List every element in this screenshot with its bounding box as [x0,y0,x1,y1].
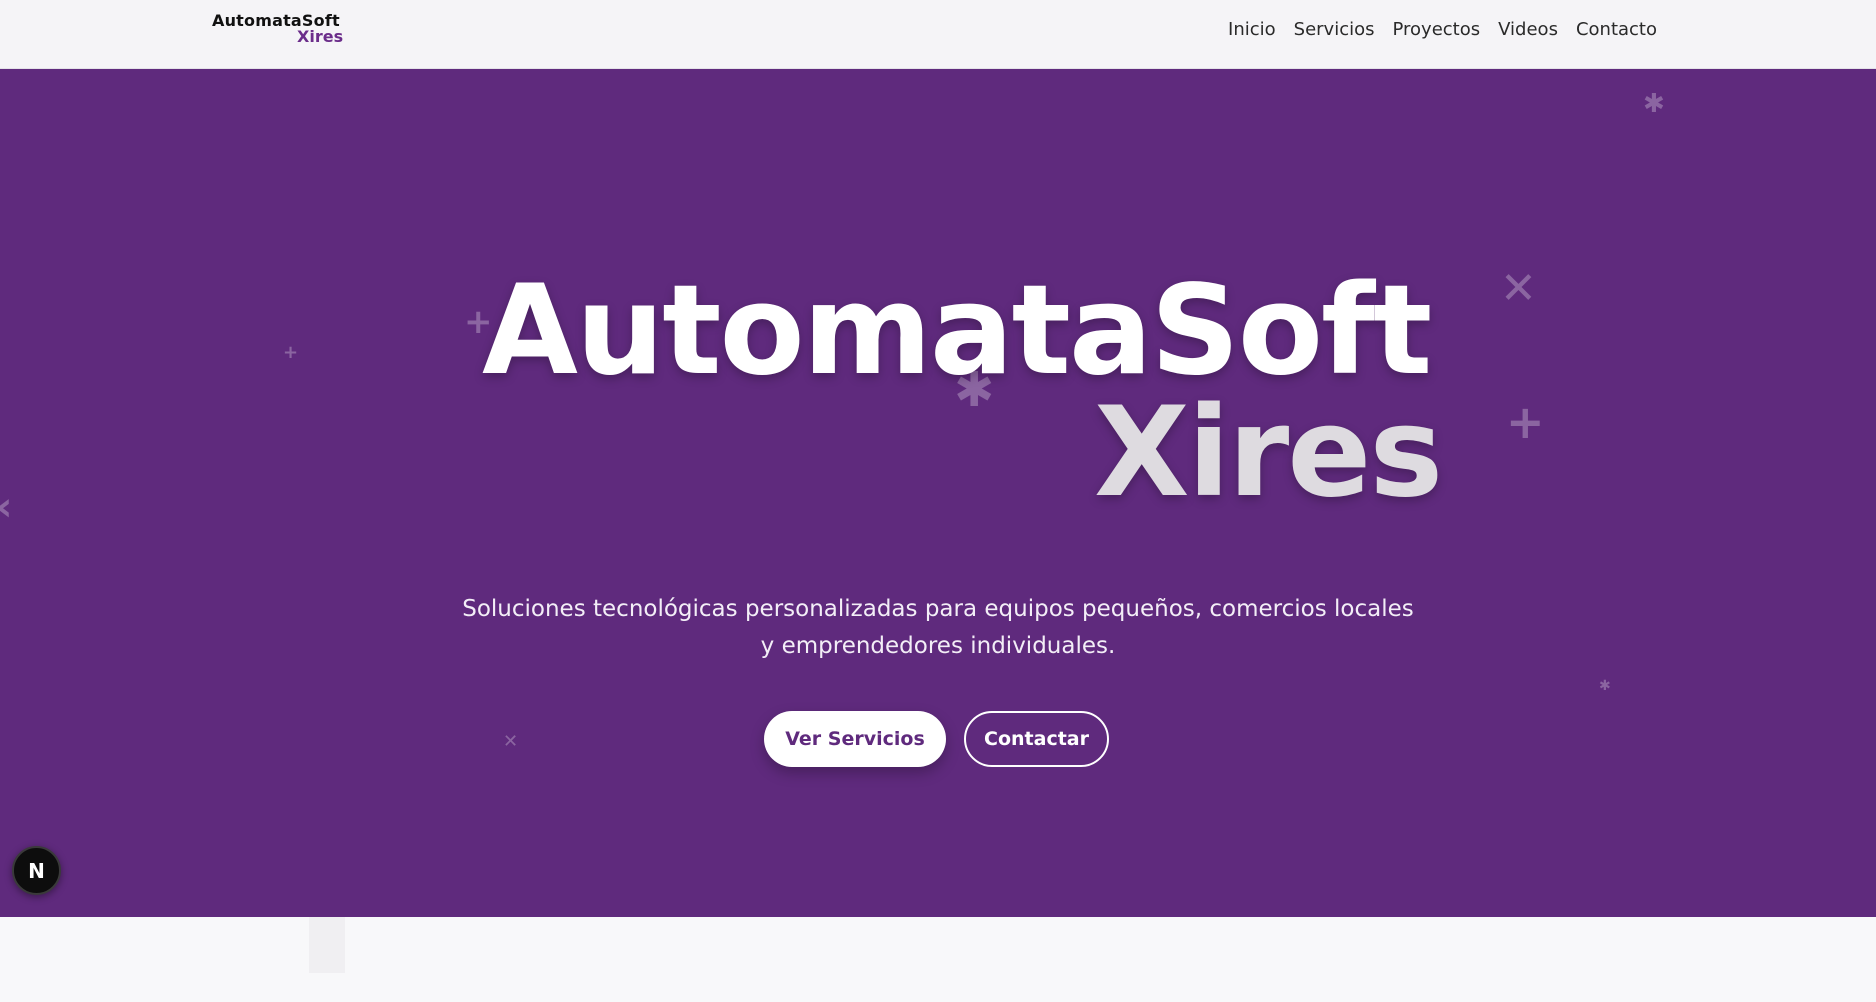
main-nav: Inicio Servicios Proyectos Videos Contac… [1228,19,1657,40]
decorative-asterisk-icon: ✱ [1599,678,1611,694]
nav-link-videos[interactable]: Videos [1498,19,1558,40]
section-placeholder [309,917,345,973]
next-logo-icon[interactable]: N [12,846,61,895]
hero-title-sub: Xires [1094,381,1443,525]
decorative-cross-icon: ✕ [503,731,519,752]
decorative-asterisk-icon: ✱ [1643,89,1665,119]
ver-servicios-button[interactable]: Ver Servicios [764,711,946,767]
nav-link-contacto[interactable]: Contacto [1576,19,1657,40]
logo-text-bottom: Xires [297,27,344,46]
nav-link-inicio[interactable]: Inicio [1228,19,1276,40]
decorative-plus-icon: + [283,342,299,363]
decorative-plus-icon: + [1506,395,1545,449]
hero-title: AutomataSoft [482,259,1432,403]
nav-link-proyectos[interactable]: Proyectos [1393,19,1481,40]
decorative-chevron-icon: ‹ [0,487,12,527]
contactar-button[interactable]: Contactar [964,711,1109,767]
nav-link-servicios[interactable]: Servicios [1294,19,1375,40]
decorative-cross-icon: ✕ [1500,263,1537,314]
hero-subtitle: Soluciones tecnológicas personalizadas p… [462,596,1414,659]
site-header: AutomataSoft Xires Inicio Servicios Proy… [0,0,1876,69]
hero-section: ✱ ✕ + + ✱ + ‹ ✱ ✕ AutomataSoft Xires Sol… [0,69,1876,917]
site-logo[interactable]: AutomataSoft Xires [212,13,343,45]
